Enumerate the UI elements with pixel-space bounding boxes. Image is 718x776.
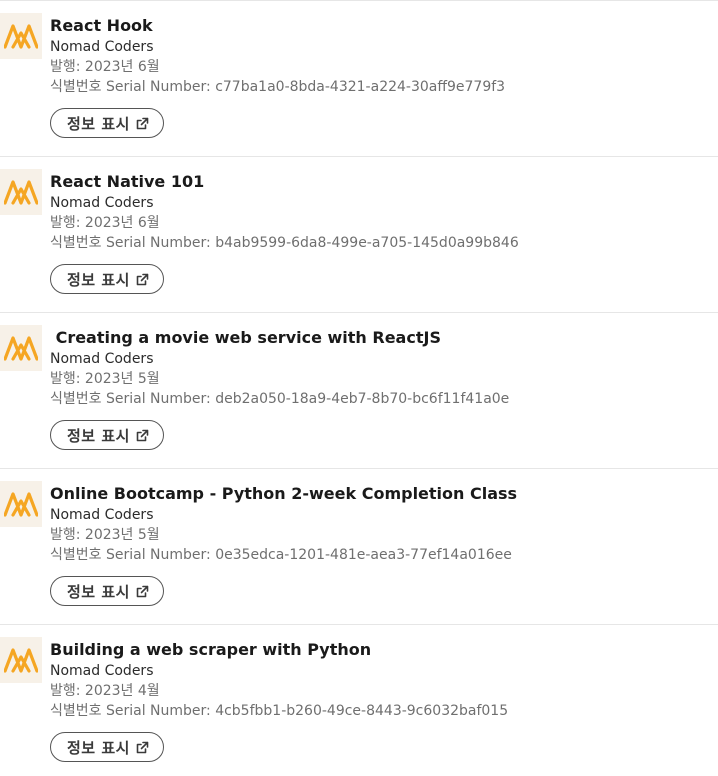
external-link-icon <box>136 585 149 597</box>
issue-date: 발행: 2023년 6월 <box>50 215 160 231</box>
show-credential-label: 정보 표시 <box>67 270 130 289</box>
show-credential-label: 정보 표시 <box>67 582 130 601</box>
issue-date: 발행: 2023년 5월 <box>50 371 160 387</box>
nomad-coders-logo-icon[interactable] <box>0 481 42 527</box>
issue-date: 발행: 2023년 5월 <box>50 527 160 543</box>
certification-issuer[interactable]: Nomad Coders <box>50 193 710 213</box>
show-credential-button[interactable]: 정보 표시 <box>50 108 164 138</box>
nomad-coders-logo-icon[interactable] <box>0 169 42 215</box>
serial-number: 식별번호 Serial Number: deb2a050-18a9-4eb7-8… <box>50 391 510 407</box>
nomad-coders-logo-icon[interactable] <box>0 13 42 59</box>
certification-title[interactable]: Online Bootcamp - Python 2-week Completi… <box>50 483 710 505</box>
issue-date: 발행: 2023년 6월 <box>50 59 160 75</box>
issue-date: 발행: 2023년 4월 <box>50 683 160 699</box>
external-link-icon <box>136 273 149 285</box>
nomad-coders-logo-icon[interactable] <box>0 325 42 371</box>
certification-issuer[interactable]: Nomad Coders <box>50 349 710 369</box>
certification-item: React Hook Nomad Coders 발행: 2023년 6월 식별번… <box>0 0 718 156</box>
serial-number: 식별번호 Serial Number: 0e35edca-1201-481e-a… <box>50 547 512 563</box>
serial-number: 식별번호 Serial Number: c77ba1a0-8bda-4321-a… <box>50 79 506 95</box>
certification-item: Building a web scraper with Python Nomad… <box>0 624 718 776</box>
show-credential-label: 정보 표시 <box>67 114 130 133</box>
serial-number: 식별번호 Serial Number: 4cb5fbb1-b260-49ce-8… <box>50 703 509 719</box>
external-link-icon <box>136 741 149 753</box>
certifications-list: React Hook Nomad Coders 발행: 2023년 6월 식별번… <box>0 0 718 776</box>
show-credential-button[interactable]: 정보 표시 <box>50 420 164 450</box>
certification-item: React Native 101 Nomad Coders 발행: 2023년 … <box>0 156 718 312</box>
certification-title[interactable]: Building a web scraper with Python <box>50 639 710 661</box>
show-credential-button[interactable]: 정보 표시 <box>50 264 164 294</box>
external-link-icon <box>136 429 149 441</box>
certification-title[interactable]: React Native 101 <box>50 171 710 193</box>
show-credential-label: 정보 표시 <box>67 426 130 445</box>
certification-title[interactable]: Creating a movie web service with ReactJ… <box>50 327 710 349</box>
certification-issuer[interactable]: Nomad Coders <box>50 37 710 57</box>
certification-item: Online Bootcamp - Python 2-week Completi… <box>0 468 718 624</box>
show-credential-label: 정보 표시 <box>67 738 130 757</box>
certification-issuer[interactable]: Nomad Coders <box>50 505 710 525</box>
show-credential-button[interactable]: 정보 표시 <box>50 576 164 606</box>
serial-number: 식별번호 Serial Number: b4ab9599-6da8-499e-a… <box>50 235 519 251</box>
certification-item: Creating a movie web service with ReactJ… <box>0 312 718 468</box>
nomad-coders-logo-icon[interactable] <box>0 637 42 683</box>
external-link-icon <box>136 117 149 129</box>
certification-issuer[interactable]: Nomad Coders <box>50 661 710 681</box>
show-credential-button[interactable]: 정보 표시 <box>50 732 164 762</box>
certification-title[interactable]: React Hook <box>50 15 710 37</box>
